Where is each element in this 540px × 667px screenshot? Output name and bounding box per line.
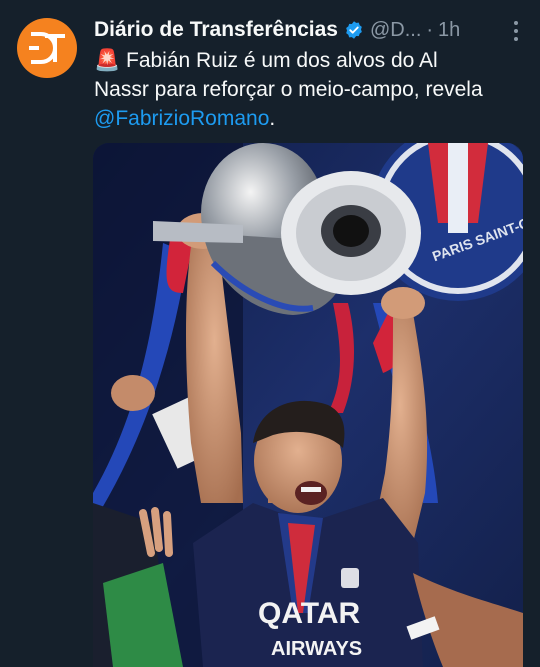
tweet-header: Diário de Transferências @D... · 1h bbox=[94, 14, 524, 46]
tweet-photo[interactable]: PARIS SAINT-GERMAIN bbox=[93, 143, 523, 667]
handle[interactable]: @D... bbox=[370, 19, 421, 42]
separator-dot: · bbox=[426, 18, 434, 41]
tweet-text-line1: Fabián Ruiz é um dos alvos do Al bbox=[126, 49, 438, 72]
tweet[interactable]: Diário de Transferências @D... · 1h 🚨 Fa… bbox=[0, 0, 540, 667]
verified-icon bbox=[344, 20, 364, 40]
mention-link[interactable]: @FabrizioRomano bbox=[94, 107, 269, 130]
avatar-logo bbox=[29, 32, 65, 64]
photo-illustration: PARIS SAINT-GERMAIN bbox=[93, 143, 523, 667]
alarm-emoji: 🚨 bbox=[94, 49, 121, 72]
shirt-sponsor-2: AIRWAYS bbox=[271, 638, 362, 660]
tweet-text-line2: Nassr para reforçar o meio-campo, revela bbox=[94, 78, 483, 101]
more-icon[interactable] bbox=[506, 18, 526, 44]
tweet-text: 🚨 Fabián Ruiz é um dos alvos do Al Nassr… bbox=[94, 46, 530, 133]
tweet-text-end: . bbox=[269, 107, 276, 130]
shirt-sponsor: QATAR bbox=[258, 597, 361, 630]
timestamp[interactable]: 1h bbox=[438, 19, 460, 42]
display-name[interactable]: Diário de Transferências bbox=[94, 18, 338, 42]
avatar[interactable] bbox=[17, 18, 77, 78]
